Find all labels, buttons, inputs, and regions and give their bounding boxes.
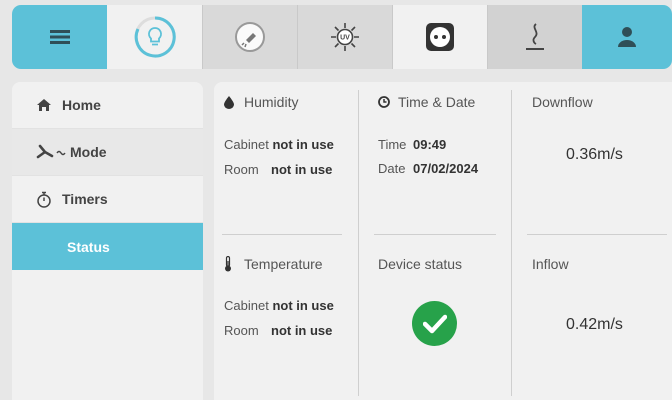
sidebar-item-label: Mode xyxy=(70,144,107,160)
divider xyxy=(527,234,667,235)
humidity-cabinet-row: Cabinet not in use xyxy=(224,137,334,152)
sidebar: Home Mode Timers Status xyxy=(12,82,203,400)
humidity-title: Humidity xyxy=(224,94,298,110)
inflow-title: Inflow xyxy=(532,256,569,272)
humidity-room-row: Room not in use xyxy=(224,162,333,177)
downflow-title: Downflow xyxy=(532,94,593,110)
clock-icon xyxy=(378,96,398,108)
stopwatch-icon xyxy=(36,191,62,208)
power-socket-icon xyxy=(426,23,454,51)
gas-valve-button[interactable] xyxy=(202,5,297,69)
temperature-title: Temperature xyxy=(224,256,323,272)
light-button[interactable] xyxy=(107,5,202,69)
device-status-title: Device status xyxy=(378,256,463,272)
sidebar-item-status[interactable]: Status xyxy=(12,223,203,270)
svg-text:UV: UV xyxy=(340,35,350,42)
temperature-cabinet-row: Cabinet not in use xyxy=(224,298,334,313)
time-row: Time 09:49 xyxy=(378,137,447,152)
home-icon xyxy=(36,98,62,112)
date-row: Date 07/02/2024 xyxy=(378,161,479,176)
inflow-value: 0.42m/s xyxy=(566,316,623,333)
sidebar-item-label: Status xyxy=(67,238,110,255)
user-icon xyxy=(618,27,636,47)
socket-button[interactable] xyxy=(392,5,487,69)
menu-button[interactable] xyxy=(12,5,107,69)
droplet-icon xyxy=(224,95,244,109)
hamburger-icon xyxy=(49,30,70,44)
divider xyxy=(222,234,342,235)
divider xyxy=(358,90,359,396)
downflow-value: 0.36m/s xyxy=(566,146,623,163)
heat-icon xyxy=(526,23,544,50)
check-circle-icon xyxy=(412,301,457,346)
status-panel: Humidity Cabinet not in use Room not in u… xyxy=(214,82,672,400)
temperature-room-row: Room not in use xyxy=(224,323,333,338)
divider xyxy=(511,90,512,396)
sidebar-item-label: Home xyxy=(62,97,101,113)
user-button[interactable] xyxy=(582,5,672,69)
fan-icon xyxy=(36,144,70,160)
thermometer-icon xyxy=(224,256,244,272)
sidebar-item-mode[interactable]: Mode xyxy=(12,129,203,176)
sidebar-item-home[interactable]: Home xyxy=(12,82,203,129)
nozzle-icon xyxy=(235,22,265,52)
lightbulb-icon xyxy=(134,16,176,58)
time-date-title: Time & Date xyxy=(378,94,475,110)
divider xyxy=(374,234,496,235)
heater-button[interactable] xyxy=(487,5,582,69)
sidebar-item-timers[interactable]: Timers xyxy=(12,176,203,223)
top-toolbar: UV xyxy=(12,5,672,69)
sidebar-item-label: Timers xyxy=(62,191,108,207)
uv-lamp-icon: UV xyxy=(331,23,359,51)
uv-button[interactable]: UV xyxy=(297,5,392,69)
